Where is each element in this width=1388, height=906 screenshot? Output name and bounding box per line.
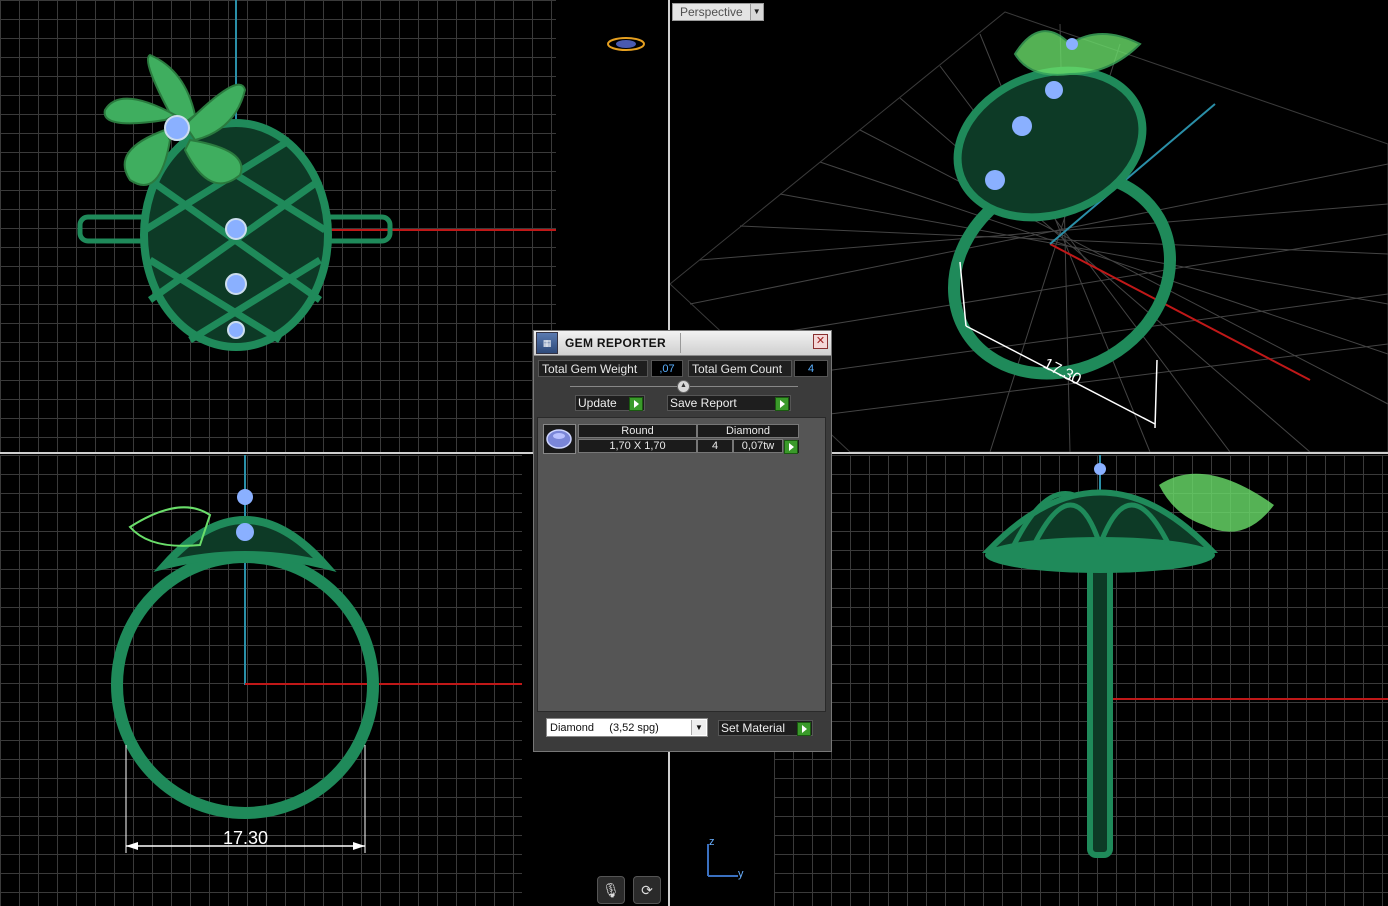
update-label: Update — [578, 396, 617, 410]
close-button[interactable]: ✕ — [813, 334, 828, 349]
ring-gizmo-icon[interactable] — [556, 0, 668, 60]
gem-material: Diamond — [697, 424, 799, 438]
microphone-button[interactable]: 🎙 — [597, 876, 625, 904]
gem-select-button[interactable] — [783, 439, 800, 454]
save-report-button[interactable]: Save Report — [667, 395, 791, 411]
microphone-icon: 🎙 — [602, 881, 620, 898]
material-select-value: Diamond (3,52 spg) — [550, 722, 659, 734]
play-arrow-icon — [797, 722, 811, 736]
gem-shape: Round — [578, 424, 697, 438]
viewport-side[interactable] — [774, 455, 1388, 906]
collapse-knob-icon[interactable]: ▲ — [677, 380, 690, 393]
gem-count: 4 — [697, 439, 733, 453]
axis-y-label: y — [738, 868, 744, 880]
perspective-label: Perspective — [672, 3, 751, 21]
gem-weight: 0,07tw — [733, 439, 783, 453]
rotate-icon: ⟳ — [641, 881, 653, 898]
total-gem-weight-label: Total Gem Weight — [538, 360, 648, 377]
play-arrow-icon — [629, 397, 643, 411]
axis-z-label: z — [709, 836, 715, 848]
gem-reporter-title: GEM REPORTER — [565, 336, 666, 350]
gem-reporter-icon: ▦ — [536, 332, 558, 354]
viewport-front[interactable]: 17.30 — [0, 455, 522, 906]
save-report-label: Save Report — [670, 396, 737, 410]
total-gem-count-value: 4 — [794, 360, 828, 377]
front-dimension-label: 17.30 — [223, 828, 268, 848]
totals-row: Total Gem Weight ,07 Total Gem Count 4 — [538, 360, 828, 378]
viewport-side-drawing — [981, 455, 1388, 858]
orbit-button[interactable]: ⟳ — [633, 876, 661, 904]
play-arrow-icon — [784, 440, 798, 454]
gem-reporter-titlebar[interactable]: ▦ GEM REPORTER ✕ — [534, 331, 831, 356]
viewport-front-drawing: 17.30 — [111, 455, 522, 853]
close-icon: ✕ — [815, 335, 826, 347]
play-arrow-icon — [775, 397, 789, 411]
gem-reporter-panel[interactable]: ▦ GEM REPORTER ✕ Total Gem Weight ,07 To… — [533, 330, 832, 752]
viewport-top-drawing — [77, 0, 556, 351]
update-button[interactable]: Update — [575, 395, 645, 411]
viewport-separator-vertical-lower[interactable] — [668, 752, 670, 906]
chevron-down-icon: ▼ — [691, 720, 706, 735]
material-row: Diamond (3,52 spg) ▼ Set Material — [546, 718, 827, 738]
axes-indicator: z y — [700, 836, 750, 882]
list-item[interactable]: Round Diamond 1,70 X 1,70 4 0,07tw — [543, 424, 800, 456]
perspective-dropdown[interactable]: Perspective ▼ — [672, 3, 764, 21]
set-material-label: Set Material — [721, 721, 786, 735]
gem-size: 1,70 X 1,70 — [578, 439, 697, 453]
viewport-top-middle — [556, 0, 668, 330]
material-select[interactable]: Diamond (3,52 spg) ▼ — [546, 718, 708, 737]
total-gem-weight-value: ,07 — [651, 360, 683, 377]
round-gem-icon — [543, 424, 576, 454]
viewport-top[interactable] — [0, 0, 556, 452]
titlebar-divider — [680, 333, 681, 353]
set-material-button[interactable]: Set Material — [718, 720, 813, 736]
total-gem-count-label: Total Gem Count — [688, 360, 792, 377]
chevron-down-icon[interactable]: ▼ — [750, 3, 764, 21]
viewport-separator-vertical[interactable] — [668, 0, 670, 330]
gem-list[interactable]: Round Diamond 1,70 X 1,70 4 0,07tw — [537, 417, 826, 712]
